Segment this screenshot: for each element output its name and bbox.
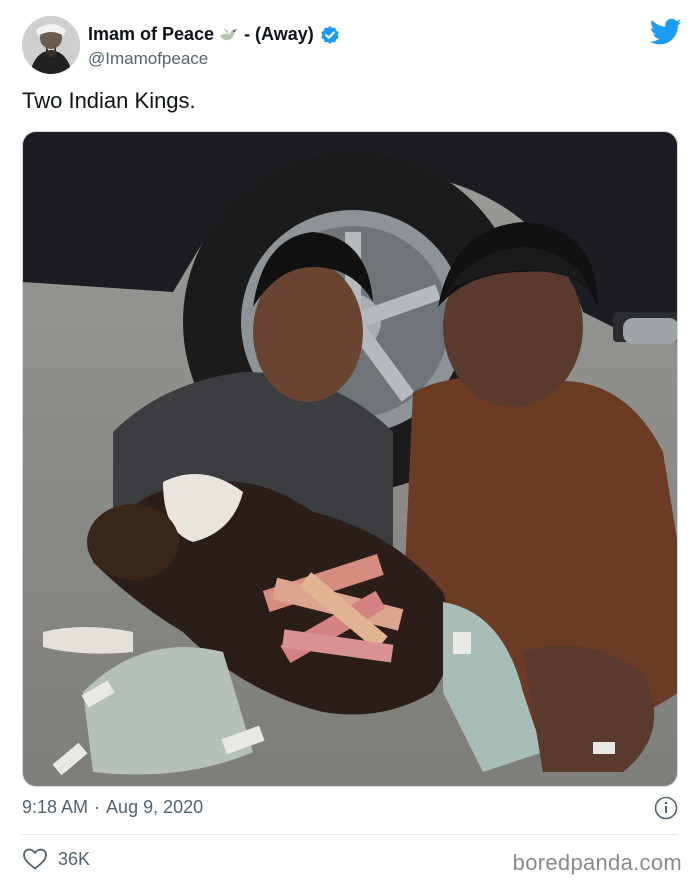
tweet-text: Two Indian Kings. [22, 88, 196, 113]
tweet-date: Aug 9, 2020 [106, 797, 204, 817]
away-status: - (Away) [244, 24, 314, 44]
tweet-photo[interactable] [22, 131, 678, 787]
heart-icon[interactable] [22, 847, 48, 871]
tweet-time: 9:18 AM [22, 797, 89, 817]
display-name[interactable]: Imam of Peace [88, 24, 214, 45]
twitter-bird-icon[interactable] [649, 18, 682, 46]
dove-icon [218, 26, 240, 44]
watermark: boredpanda.com [512, 850, 682, 875]
avatar[interactable] [22, 16, 80, 74]
tweet-header: Imam of Peace - (Away) @Imamofpeace [22, 16, 682, 76]
divider [22, 834, 678, 835]
user-handle[interactable]: @Imamofpeace [88, 49, 208, 69]
timestamp-separator: · [94, 797, 101, 817]
like-count: 36K [58, 848, 91, 869]
name-row: Imam of Peace - (Away) [88, 24, 340, 45]
tweet-timestamp[interactable]: 9:18 AM · Aug 9, 2020 [22, 797, 203, 818]
verified-badge-icon [320, 25, 340, 45]
info-icon[interactable] [654, 796, 678, 820]
like-row[interactable]: 36K [22, 847, 90, 871]
